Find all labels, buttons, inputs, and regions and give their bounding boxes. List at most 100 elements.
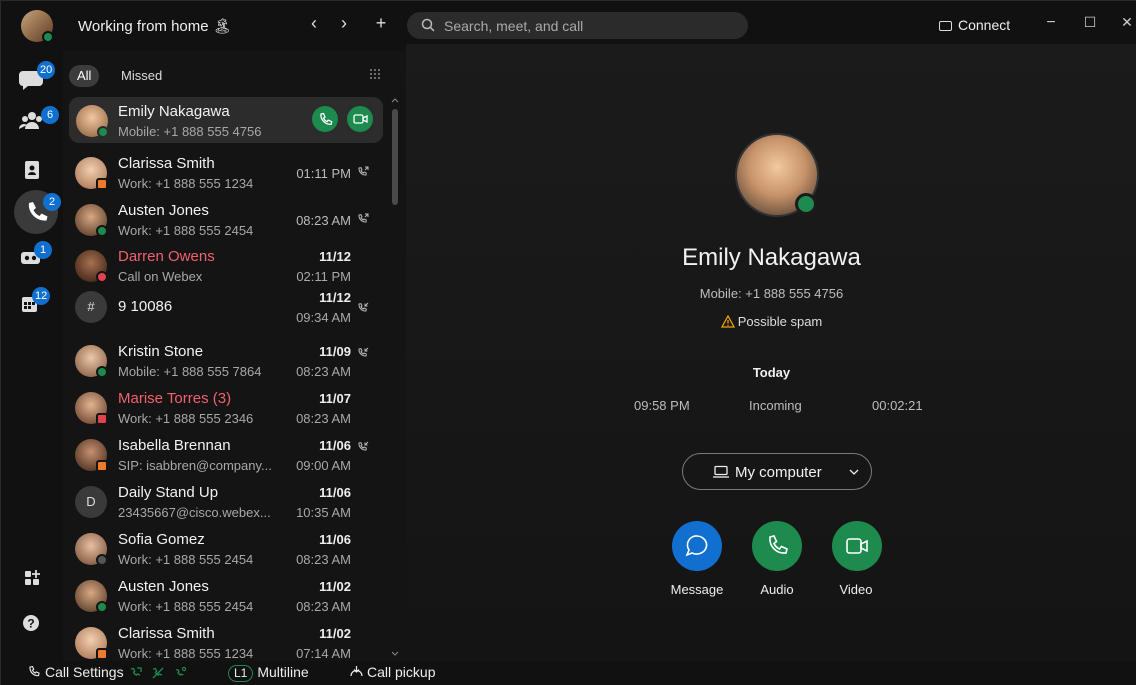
multiline-button[interactable]: L1 Multiline: [228, 664, 309, 682]
calling-nav[interactable]: 2: [14, 190, 61, 234]
single-number-reach-icon[interactable]: [173, 666, 187, 680]
presence-meeting-icon: [96, 178, 108, 190]
connect-label: Connect: [958, 17, 1011, 33]
search-bar[interactable]: Search, meet, and call: [407, 12, 748, 39]
device-label: My computer: [735, 464, 822, 481]
status-message[interactable]: Working from home 🏝: [78, 17, 232, 35]
contact-avatar: [75, 204, 108, 237]
presence-away-icon: [96, 554, 108, 566]
audio-call-button[interactable]: [312, 106, 338, 132]
history-duration: 00:02:21: [872, 398, 923, 413]
contact-number: Call on Webex: [118, 269, 203, 284]
multiline-label: Multiline: [257, 664, 309, 680]
video-button[interactable]: [832, 521, 882, 571]
contact-number: Work: +1 888 555 2454: [118, 223, 254, 238]
scrollbar-thumb[interactable]: [392, 109, 398, 205]
incoming-call-icon: [358, 302, 369, 312]
call-time: 09:00 AM: [296, 458, 351, 473]
audio-device-select[interactable]: My computer: [682, 453, 872, 490]
chevron-down-icon: [849, 469, 859, 475]
video-call-button[interactable]: [347, 106, 373, 132]
contact-name: Isabella Brennan: [118, 437, 231, 454]
call-time: 02:11 PM: [296, 269, 351, 284]
help-nav[interactable]: ?: [15, 606, 49, 640]
contact-name: Daily Stand Up: [118, 484, 219, 501]
contact-name: Marise Torres (3): [118, 390, 232, 407]
audio-label: Audio: [760, 582, 794, 597]
message-button[interactable]: [672, 521, 722, 571]
contact-avatar: [75, 627, 108, 660]
call-row[interactable]: Kristin Stone Mobile: +1 888 555 7864 11…: [63, 337, 393, 384]
contacts-icon: [25, 161, 39, 179]
contact-number: Mobile: +1 888 555 4756: [118, 124, 262, 139]
contact-name-title: Emily Nakagawa: [682, 244, 861, 271]
call-settings-icon: [29, 665, 40, 677]
audio-button[interactable]: [752, 521, 802, 571]
close-button[interactable]: ✕: [1117, 14, 1136, 31]
presence-available-icon: [97, 126, 109, 138]
call-row[interactable]: Isabella Brennan SIP: isabbren@company..…: [63, 431, 393, 478]
incoming-call-icon: [358, 347, 369, 357]
call-row[interactable]: Sofia Gomez Work: +1 888 555 2454 11/06 …: [63, 525, 393, 572]
contact-avatar: [75, 250, 108, 283]
call-settings-label: Call Settings: [45, 664, 124, 680]
contact-name: Austen Jones: [118, 578, 209, 595]
back-button[interactable]: ‹: [302, 13, 326, 34]
do-not-disturb-call-icon[interactable]: [151, 666, 165, 680]
presence-meeting-icon: [96, 648, 108, 660]
minimize-button[interactable]: −: [1041, 14, 1061, 32]
contact-number: Work: +1 888 555 1234: [118, 176, 254, 191]
maximize-button[interactable]: ☐: [1080, 14, 1100, 31]
voicemail-nav[interactable]: 1: [15, 241, 52, 275]
call-row[interactable]: # 9 10086 11/12 09:34 AM: [63, 283, 393, 330]
contact-number: Work: +1 888 555 2454: [118, 552, 254, 567]
presence-dnd-icon: [96, 271, 108, 283]
forward-button[interactable]: ›: [332, 13, 356, 34]
call-date: 11/12: [319, 290, 351, 305]
call-row[interactable]: D Daily Stand Up 23435667@cisco.webex...…: [63, 478, 393, 525]
call-time: 08:23 AM: [296, 599, 351, 614]
teams-nav[interactable]: 6: [15, 103, 59, 137]
contact-name: Darren Owens: [118, 248, 215, 265]
contact-number: Mobile: +1 888 555 7864: [118, 364, 262, 379]
apps-nav[interactable]: [15, 561, 49, 595]
meeting-avatar: D: [75, 486, 107, 518]
filter-all[interactable]: All: [69, 65, 100, 87]
phone-icon: [769, 535, 788, 554]
contact-avatar: [75, 157, 108, 190]
call-date: 11/09: [319, 344, 351, 359]
call-row[interactable]: Austen Jones Work: +1 888 555 2454 11/02…: [63, 572, 393, 619]
call-forward-icon[interactable]: [129, 666, 143, 680]
call-row-missed[interactable]: Marise Torres (3) Work: +1 888 555 2346 …: [63, 384, 393, 431]
meetings-nav[interactable]: 12: [15, 287, 51, 321]
chat-icon: [685, 535, 708, 557]
call-time: 07:14 AM: [296, 646, 351, 661]
history-section-title: Today: [752, 365, 791, 380]
new-button[interactable]: +: [369, 13, 393, 34]
contact-avatar: [75, 345, 108, 378]
connect-button[interactable]: Connect: [939, 17, 1010, 33]
call-row-selected[interactable]: Emily Nakagawa Mobile: +1 888 555 4756: [69, 97, 383, 143]
call-settings-button[interactable]: Call Settings: [28, 664, 124, 680]
call-pickup-button[interactable]: Call pickup: [349, 664, 435, 680]
dialpad-icon[interactable]: [369, 68, 381, 80]
call-row[interactable]: Clarissa Smith Work: +1 888 555 1234 01:…: [63, 149, 393, 196]
history-direction: Incoming: [749, 398, 802, 413]
contact-name: Clarissa Smith: [118, 625, 215, 642]
user-avatar[interactable]: [21, 10, 54, 43]
contacts-nav[interactable]: [15, 153, 49, 187]
help-icon: ?: [23, 615, 39, 631]
add-apps-icon: [25, 570, 40, 585]
history-time: 09:58 PM: [634, 398, 690, 413]
contact-name: Kristin Stone: [118, 343, 204, 360]
call-row-missed[interactable]: Darren Owens Call on Webex 11/12 02:11 P…: [63, 242, 393, 289]
status-bar: Call Settings L1 Multiline Call pickup: [1, 661, 1136, 685]
presence-available-icon: [42, 31, 54, 43]
line-badge: L1: [228, 665, 254, 682]
contact-name: 9 10086: [118, 298, 173, 315]
filter-missed[interactable]: Missed: [113, 65, 170, 87]
call-row[interactable]: Clarissa Smith Work: +1 888 555 1234 11/…: [63, 619, 393, 666]
call-row[interactable]: Austen Jones Work: +1 888 555 2454 08:23…: [63, 196, 393, 243]
messaging-nav[interactable]: 20: [15, 61, 56, 95]
call-time: 08:23 AM: [296, 411, 351, 426]
